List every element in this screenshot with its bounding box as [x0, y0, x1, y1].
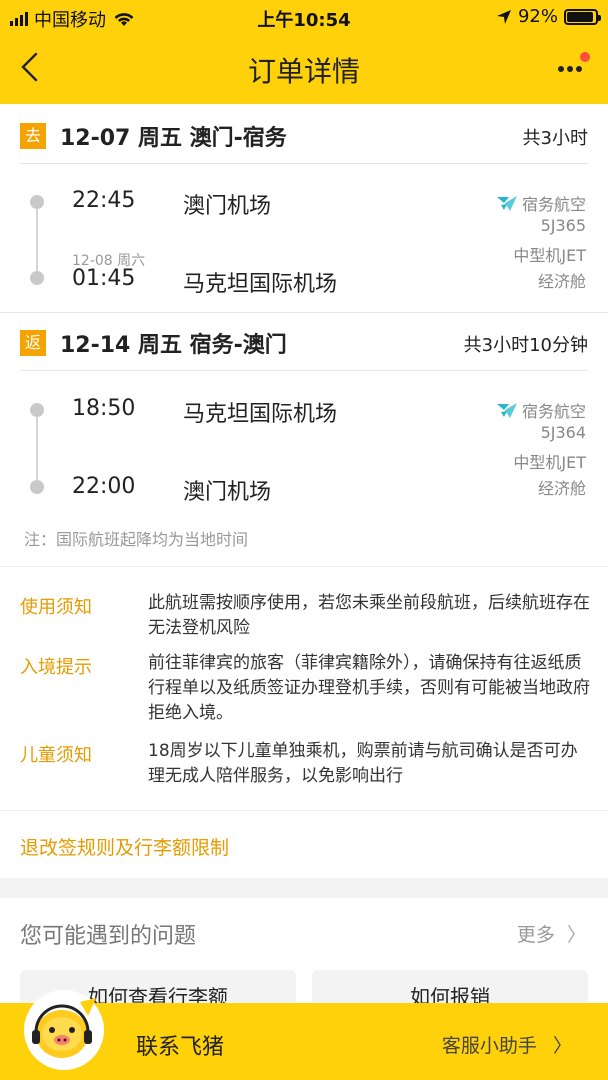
- more-dot: [576, 66, 582, 72]
- departure-airport: 澳门机场: [183, 194, 272, 219]
- flight-number: 5J365: [540, 216, 586, 235]
- notification-badge: [580, 52, 590, 62]
- more-dot: [567, 66, 573, 72]
- notice-text-entry: 前往菲律宾的旅客（菲律宾籍除外），请确保持有往返纸质行程单以及纸质签证办理登机手…: [148, 653, 590, 723]
- refund-baggage-label: 退改签规则及行李额限制: [20, 837, 230, 859]
- departure-dot: [30, 195, 44, 209]
- refund-baggage-link[interactable]: 退改签规则及行李额限制: [0, 810, 608, 878]
- return-title: 12-14 周五 宿务-澳门: [60, 333, 287, 358]
- outbound-header: 去 12-07 周五 澳门-宿务 共3小时: [20, 106, 588, 164]
- location-arrow-icon: [496, 9, 511, 24]
- notice-label-children: 儿童须知: [20, 745, 92, 766]
- outbound-flight-card: 去 12-07 周五 澳门-宿务 共3小时 22:45 澳门机场 12-08 周…: [0, 104, 608, 312]
- chevron-right-icon: 〉: [552, 1035, 572, 1057]
- cabin-class: 经济舱: [537, 479, 586, 498]
- header: 中国移动 上午10:54 92% 订单详情: [0, 0, 608, 104]
- flight-info: 宿务航空 5J364 中型机JET 经济舱: [496, 397, 586, 501]
- fliggy-pig-mascot-icon[interactable]: [22, 988, 106, 1072]
- arrival-dot: [30, 271, 44, 285]
- arrival-dot: [30, 480, 44, 494]
- status-bar: 中国移动 上午10:54 92%: [0, 0, 608, 34]
- notice-label-entry: 入境提示: [20, 657, 92, 678]
- battery-icon: [564, 8, 601, 25]
- faq-more-link[interactable]: 更多 〉: [517, 920, 586, 947]
- page-title: 订单详情: [247, 55, 360, 88]
- cebu-pacific-logo-icon: [496, 196, 517, 211]
- airline-name: 宿务航空: [521, 195, 586, 214]
- return-header: 返 12-14 周五 宿务-澳门 共3小时10分钟: [20, 313, 588, 371]
- cabin-class: 经济舱: [537, 272, 586, 291]
- departure-time: 22:45: [72, 188, 136, 213]
- route-line: [36, 417, 38, 483]
- notice-text-children: 18周岁以下儿童单独乘机，购票前请与航司确认是否可办理无成人陪伴服务，以免影响出…: [148, 741, 578, 786]
- faq-more-label: 更多: [516, 924, 555, 946]
- cebu-pacific-logo-icon: [496, 403, 517, 418]
- arrival-time: 22:00: [72, 474, 136, 499]
- departure-time: 18:50: [72, 396, 136, 421]
- departure-dot: [30, 403, 44, 417]
- arrival-airport: 澳门机场: [183, 480, 272, 505]
- travel-notices: 使用须知 此航班需按顺序使用，若您未乘坐前段航班，后续航班存在无法登机风险 入境…: [0, 566, 608, 810]
- flight-info: 宿务航空 5J365 中型机JET 经济舱: [496, 190, 586, 294]
- notice-label-usage: 使用须知: [20, 597, 92, 618]
- local-time-note: 注：国际航班起降均为当地时间: [24, 530, 249, 549]
- outbound-title: 12-07 周五 澳门-宿务: [60, 126, 287, 151]
- nav-bar: 订单详情: [0, 40, 608, 94]
- customer-assistant-link[interactable]: 客服小助手 〉: [442, 1031, 572, 1058]
- return-tag: 返: [20, 330, 46, 356]
- arrival-airport: 马克坦国际机场: [183, 272, 338, 297]
- faq-title: 您可能遇到的问题: [20, 924, 197, 949]
- route-line: [36, 209, 38, 273]
- outbound-tag: 去: [20, 123, 46, 149]
- more-menu-button[interactable]: [556, 52, 590, 82]
- aircraft-type: 中型机JET: [513, 246, 586, 265]
- more-dot: [558, 66, 564, 72]
- assistant-label: 客服小助手: [441, 1035, 537, 1057]
- outbound-duration: 共3小时: [522, 128, 588, 149]
- departure-airport: 马克坦国际机场: [183, 402, 338, 427]
- chevron-right-icon: 〉: [566, 924, 586, 946]
- return-duration: 共3小时10分钟: [463, 335, 588, 356]
- airline-name: 宿务航空: [521, 402, 586, 421]
- contact-fliggy-label: 联系飞猪: [136, 1035, 225, 1060]
- notice-text-usage: 此航班需按顺序使用，若您未乘坐前段航班，后续航班存在无法登机风险: [148, 593, 590, 638]
- return-flight-card: 返 12-14 周五 宿务-澳门 共3小时10分钟 18:50 马克坦国际机场 …: [0, 312, 608, 566]
- battery-percent: 92%: [517, 6, 558, 27]
- aircraft-type: 中型机JET: [513, 453, 586, 472]
- arrival-time: 01:45: [72, 266, 136, 291]
- flight-number: 5J364: [540, 423, 586, 442]
